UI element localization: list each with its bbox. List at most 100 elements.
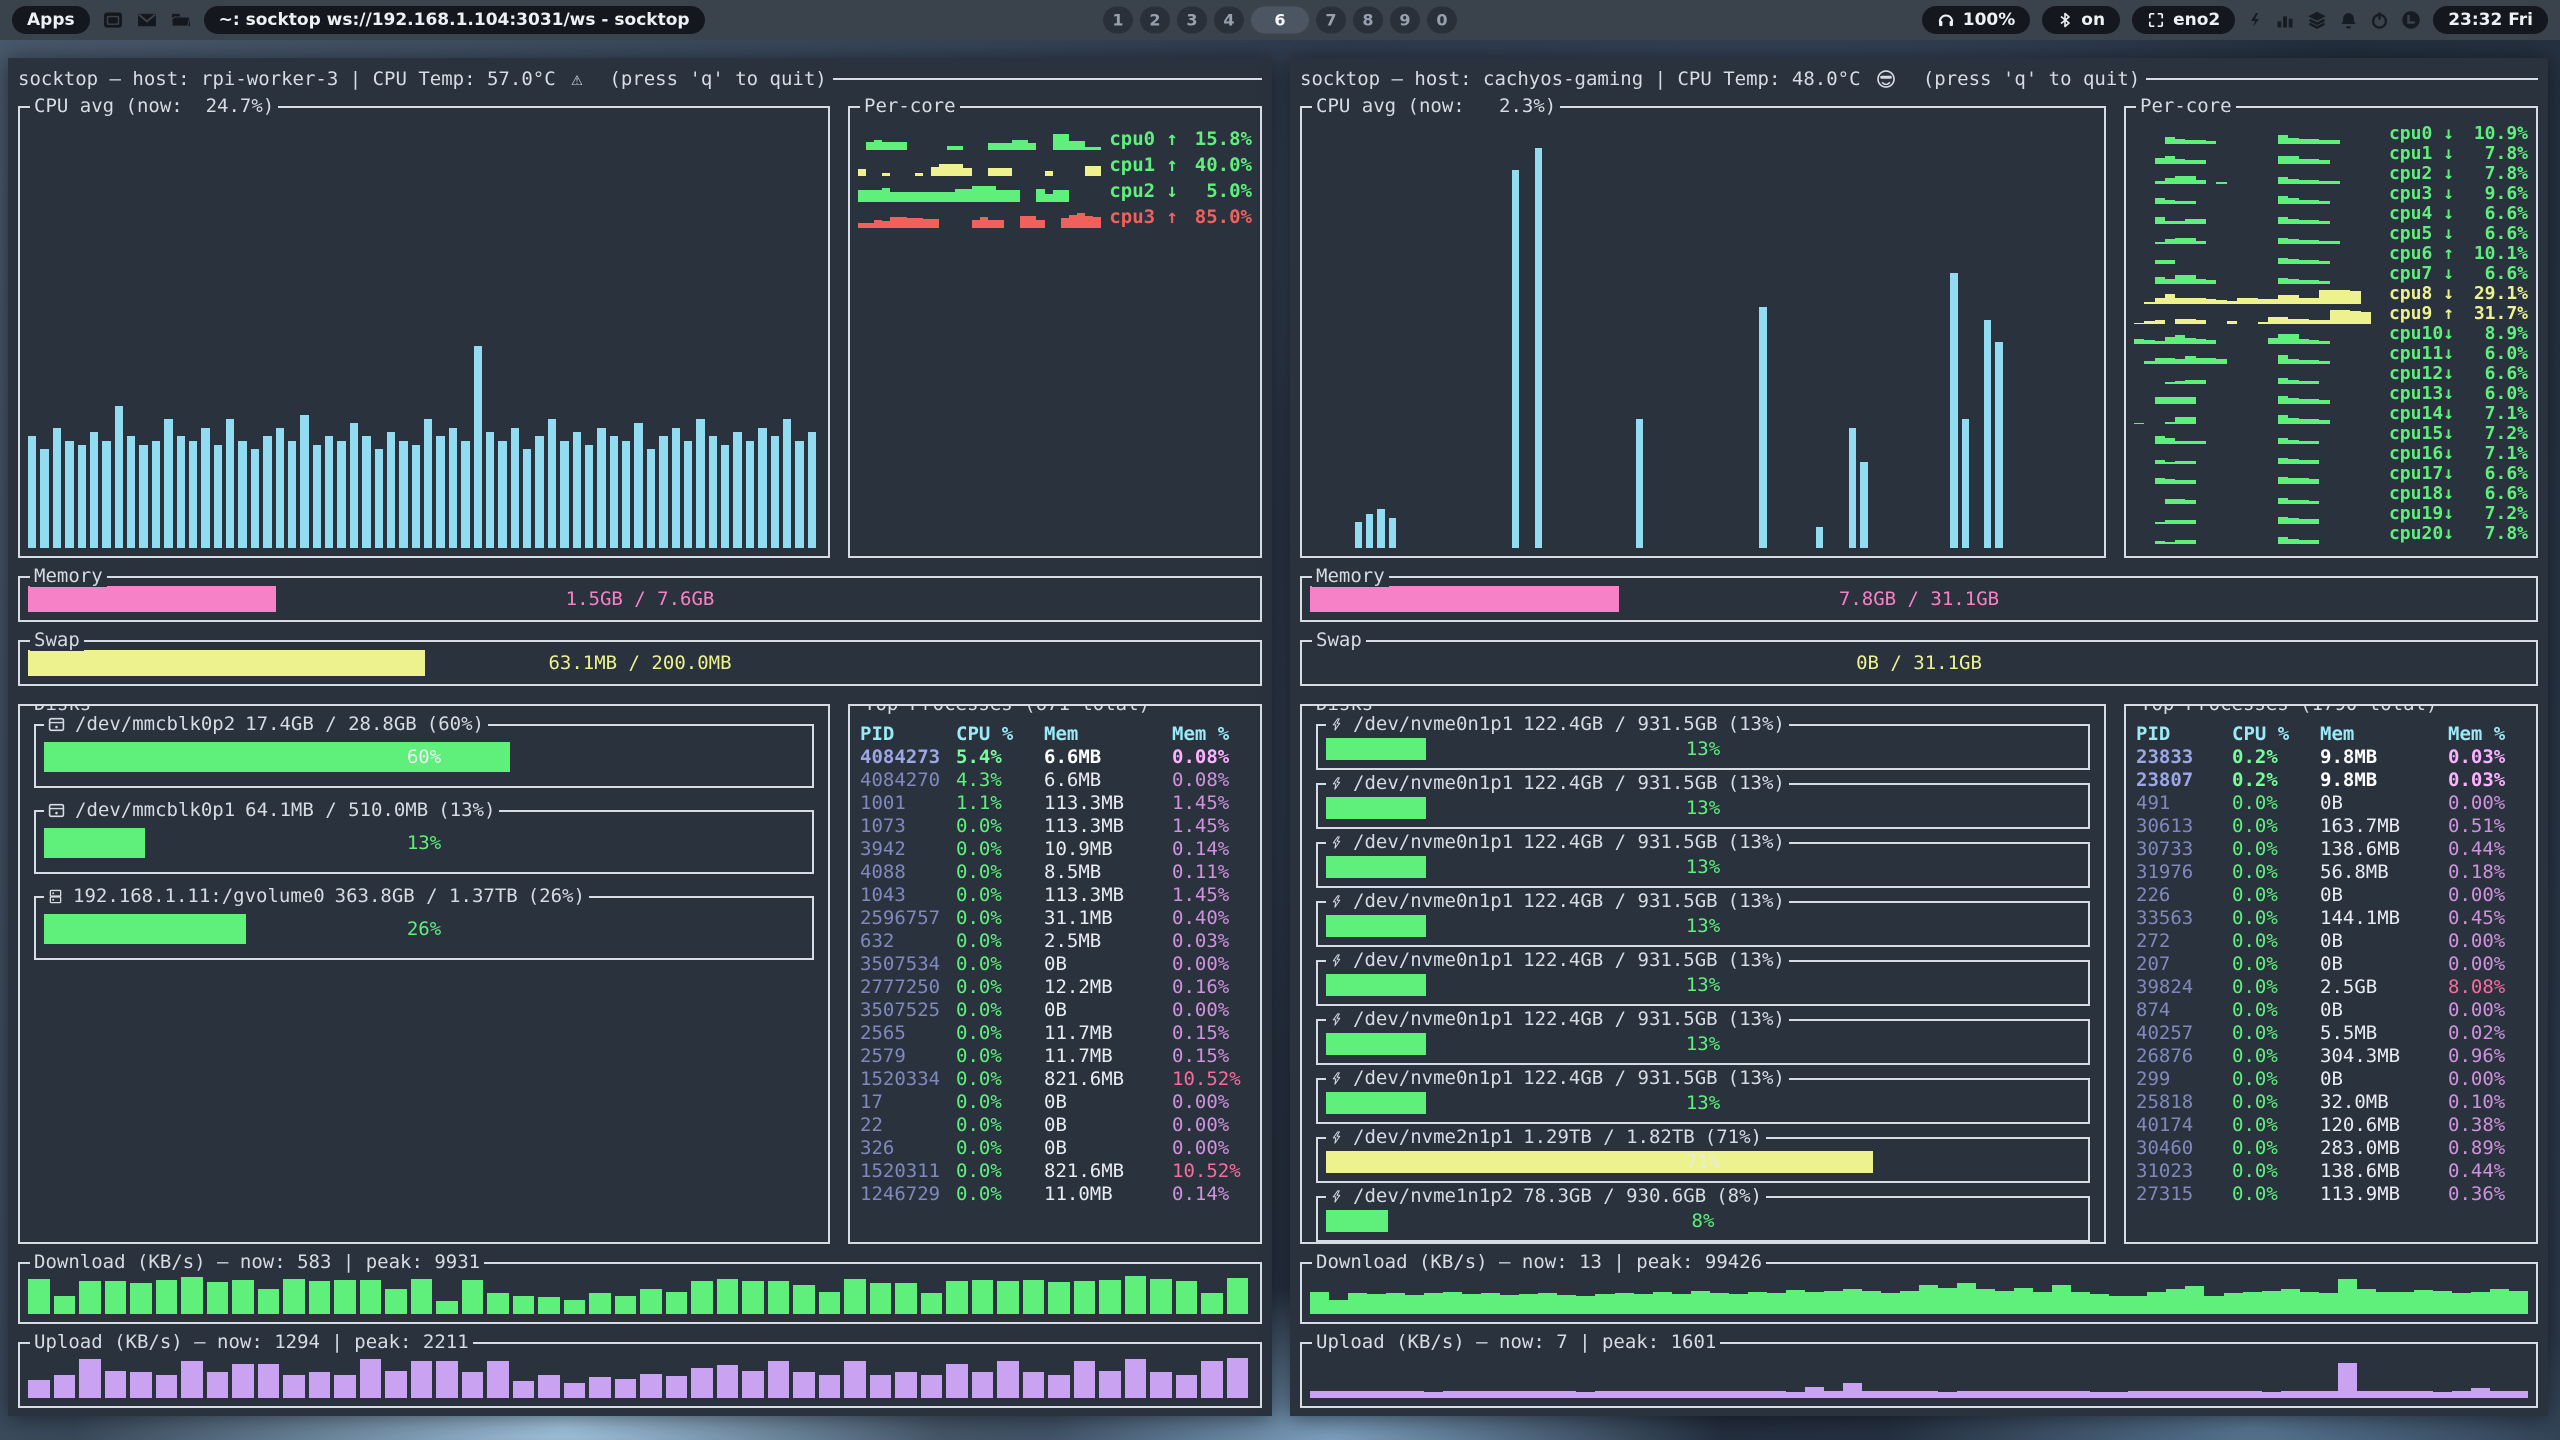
workspace-button[interactable]: 0: [1427, 7, 1457, 34]
active-window-title[interactable]: ~: socktop ws://192.168.1.104:3031/ws - …: [204, 6, 705, 34]
process-mem: 0B: [2320, 792, 2448, 815]
upload-panel: Upload (KB/s) — now: 7 | peak: 1601: [1300, 1342, 2538, 1408]
per-core-row: cpu3 ↓ 9.6%: [2134, 184, 2528, 204]
process-row: 491 0.0% 0B 0.00%: [2136, 792, 2528, 815]
col-cpu: CPU %: [2232, 722, 2320, 746]
process-cpu: 0.0%: [956, 976, 1044, 999]
process-mem: 0B: [2320, 930, 2448, 953]
process-row: 23833 0.2% 9.8MB 0.03%: [2136, 746, 2528, 769]
process-mem-pct: 0.03%: [2448, 746, 2528, 769]
mail-icon[interactable]: [136, 9, 158, 31]
workspace-button[interactable]: 6: [1251, 7, 1309, 34]
core-label: cpu1 ↓: [2389, 143, 2454, 164]
workspace-label: 2: [1149, 11, 1160, 30]
disk-entry-title: /dev/mmcblk0p2 17.4GB / 28.8GB (60%): [44, 713, 488, 735]
disk-entry: /dev/nvme0n1p1 122.4GB / 931.5GB (13%) 1…: [1316, 1019, 2090, 1065]
power-icon[interactable]: [2370, 11, 2389, 30]
process-mem-pct: 0.11%: [1172, 861, 1252, 884]
process-list: 23833 0.2% 9.8MB 0.03% 23807 0.2% 9.8MB …: [2136, 746, 2528, 1206]
per-core-list: cpu0 ↑ 15.8% cpu1 ↑ 40.0% cpu2 ↓ 5.0% cp…: [858, 124, 1252, 228]
folder-icon[interactable]: [170, 9, 192, 31]
process-cpu: 0.0%: [2232, 1022, 2320, 1045]
disk-icon: [48, 802, 65, 819]
socktop-header-left: socktop — host: rpi-worker-3 | CPU Temp:…: [18, 66, 1262, 92]
workspace-button[interactable]: 4: [1214, 7, 1244, 34]
apps-button[interactable]: Apps: [12, 6, 90, 34]
workspace-button[interactable]: 2: [1140, 7, 1170, 34]
disk-device: 192.168.1.11:/gvolume0: [73, 885, 325, 907]
core-sparkline: [2134, 268, 2381, 284]
core-sparkline: [2134, 368, 2381, 384]
process-mem: 138.6MB: [2320, 838, 2448, 861]
terminal-window-right[interactable]: socktop — host: cachyos-gaming | CPU Tem…: [1290, 58, 2548, 1416]
process-mem-pct: 10.52%: [1172, 1068, 1252, 1091]
per-core-row: cpu16↓ 7.1%: [2134, 444, 2528, 464]
upload-title: Upload (KB/s) — now: 7 | peak: 1601: [1312, 1331, 1720, 1353]
system-stats-icon[interactable]: [2275, 10, 2295, 30]
process-table-header: PID CPU % Mem Mem %: [860, 722, 1252, 746]
process-pid: 4088: [860, 861, 956, 884]
process-mem: 9.8MB: [2320, 769, 2448, 792]
disk-percent: (13%): [1728, 1008, 1785, 1030]
process-pid: 4084273: [860, 746, 956, 769]
disk-entry: 192.168.1.11:/gvolume0 363.8GB / 1.37TB …: [34, 896, 814, 960]
bluetooth-indicator[interactable]: on: [2042, 6, 2120, 34]
disk-entry-title: /dev/nvme0n1p1 122.4GB / 931.5GB (13%): [1326, 772, 1789, 794]
disk-percent: (13%): [1728, 1067, 1785, 1089]
terminal-window-left[interactable]: socktop — host: rpi-worker-3 | CPU Temp:…: [8, 58, 1272, 1416]
window-icon[interactable]: [102, 9, 124, 31]
bolt-icon: [1330, 952, 1343, 969]
process-cpu: 0.0%: [956, 953, 1044, 976]
core-label: cpu0 ↓: [2389, 123, 2454, 144]
workspace-button[interactable]: 9: [1390, 7, 1420, 34]
per-core-row: cpu12↓ 6.6%: [2134, 364, 2528, 384]
process-cpu: 0.2%: [2232, 769, 2320, 792]
core-label: cpu19↓: [2389, 503, 2454, 524]
disk-entry-title: /dev/nvme2n1p1 1.29TB / 1.82TB (71%): [1326, 1126, 1766, 1148]
process-mem: 31.1MB: [1044, 907, 1172, 930]
core-value: 6.6%: [2462, 203, 2528, 224]
power-profile-icon[interactable]: [2247, 10, 2263, 30]
core-sparkline: [2134, 448, 2381, 464]
process-row: 226 0.0% 0B 0.00%: [2136, 884, 2528, 907]
workspace-button[interactable]: 1: [1103, 7, 1133, 34]
app-logo-icon[interactable]: [2401, 10, 2421, 30]
workspace-button[interactable]: 7: [1316, 7, 1346, 34]
volume-indicator[interactable]: 100%: [1922, 6, 2031, 34]
process-mem-pct: 0.10%: [2448, 1091, 2528, 1114]
col-mem: Mem: [2320, 722, 2448, 746]
process-pid: 3507525: [860, 999, 956, 1022]
disk-entry-title: /dev/nvme1n1p2 78.3GB / 930.6GB (8%): [1326, 1185, 1766, 1207]
process-mem: 8.5MB: [1044, 861, 1172, 884]
workspace-label: 4: [1223, 11, 1234, 30]
process-pid: 632: [860, 930, 956, 953]
process-cpu: 0.0%: [2232, 999, 2320, 1022]
notifications-bell-icon[interactable]: [2339, 11, 2358, 30]
core-value: 7.8%: [2462, 523, 2528, 544]
workspace-button[interactable]: 8: [1353, 7, 1383, 34]
process-row: 31976 0.0% 56.8MB 0.18%: [2136, 861, 2528, 884]
swap-title: Swap: [30, 629, 84, 651]
workspace-label: 7: [1325, 11, 1336, 30]
per-core-row: cpu7 ↓ 6.6%: [2134, 264, 2528, 284]
process-mem: 2.5GB: [2320, 976, 2448, 999]
workspace-label: 8: [1362, 11, 1373, 30]
workspace-button[interactable]: 3: [1177, 7, 1207, 34]
core-label: cpu10↓: [2389, 323, 2454, 344]
process-pid: 30613: [2136, 815, 2232, 838]
process-mem: 9.8MB: [2320, 746, 2448, 769]
process-cpu: 5.4%: [956, 746, 1044, 769]
clock[interactable]: 23:32 Fri: [2433, 6, 2548, 34]
disk-device: /dev/nvme2n1p1: [1353, 1126, 1513, 1148]
process-pid: 1520311: [860, 1160, 956, 1183]
core-sparkline: [2134, 488, 2381, 504]
layers-icon[interactable]: [2307, 10, 2327, 30]
process-mem-pct: 0.08%: [1172, 769, 1252, 792]
network-indicator[interactable]: eno2: [2132, 6, 2235, 34]
core-value: 15.8%: [1186, 128, 1252, 150]
disk-entry: /dev/nvme0n1p1 122.4GB / 931.5GB (13%) 1…: [1316, 724, 2090, 770]
per-core-row: cpu17↓ 6.6%: [2134, 464, 2528, 484]
core-label: cpu17↓: [2389, 463, 2454, 484]
process-mem-pct: 0.08%: [1172, 746, 1252, 769]
disk-entry-title: /dev/nvme0n1p1 122.4GB / 931.5GB (13%): [1326, 1008, 1789, 1030]
